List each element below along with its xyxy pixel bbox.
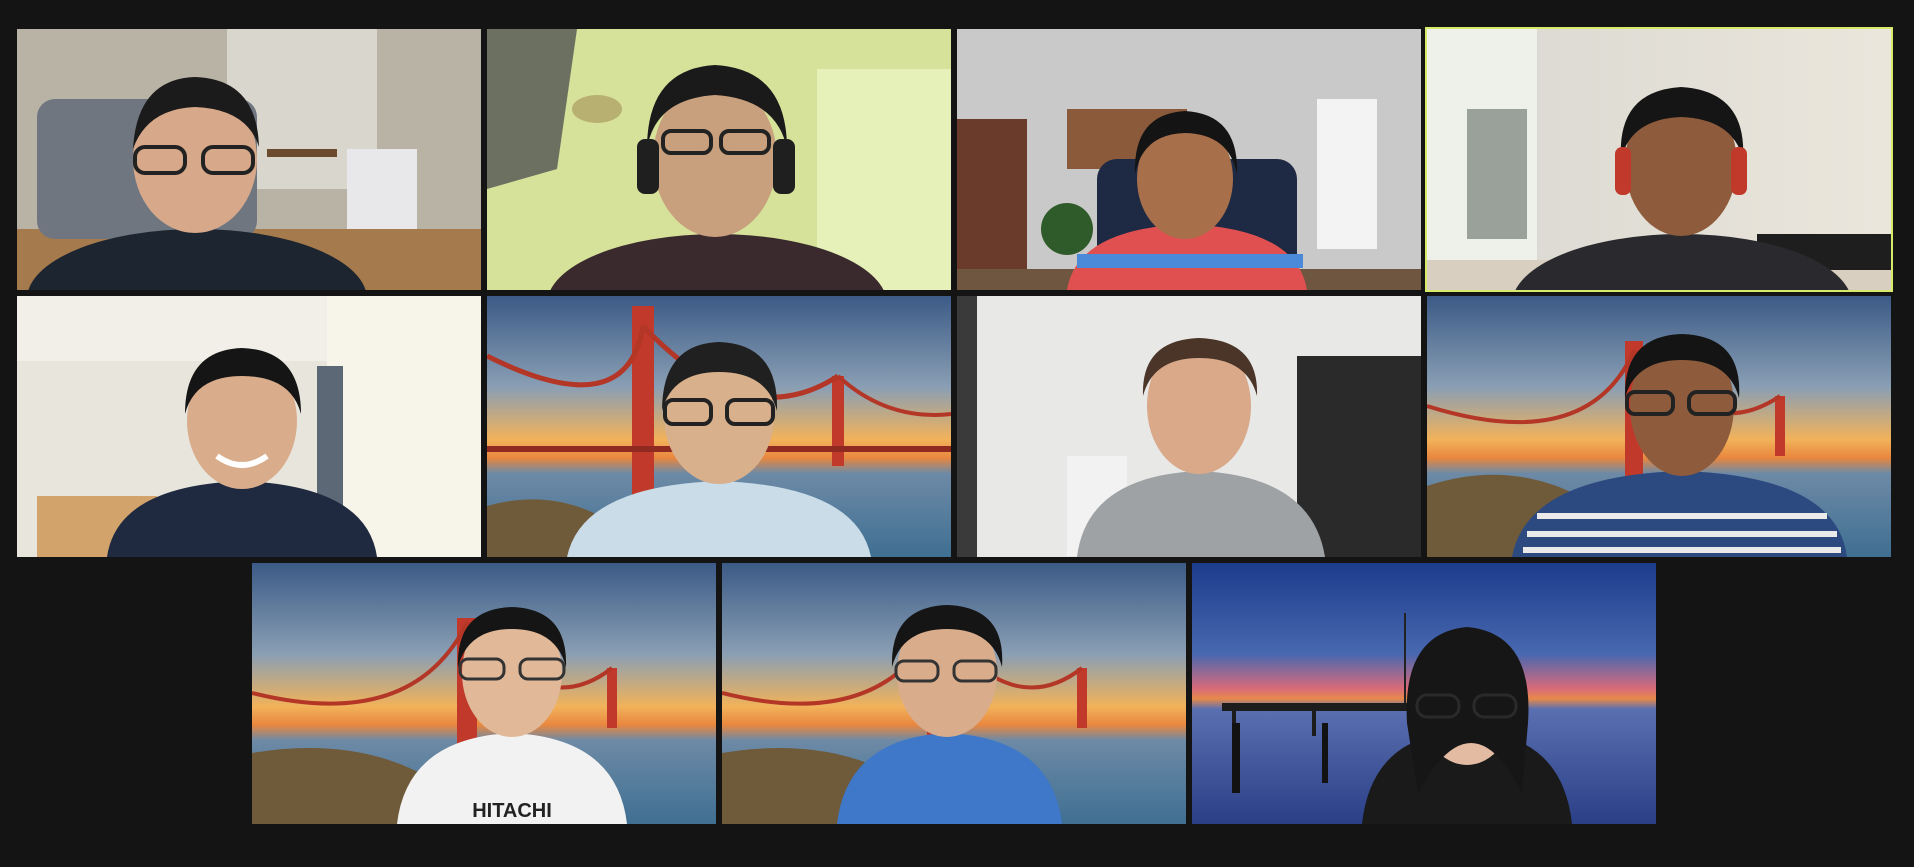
participant-video: HITACHI [397,607,627,824]
participant-tile[interactable] [722,563,1186,824]
participant-video [28,77,366,290]
participant-tile[interactable]: HITACHI [252,563,716,824]
participant-video [1515,87,1849,290]
participant-tile[interactable] [1427,296,1891,557]
participant-video [1077,338,1325,557]
participant-video [1512,334,1847,557]
participant-video [107,348,377,557]
participant-tile[interactable] [1192,563,1656,824]
participant-tile[interactable] [487,29,951,290]
participant-tile[interactable] [957,296,1421,557]
participant-tile-active-speaker[interactable] [1425,27,1893,292]
participant-tile[interactable] [957,29,1421,290]
participant-video [1067,111,1307,290]
participant-tile[interactable] [17,296,481,557]
participant-video [567,342,871,557]
participant-video [837,605,1062,824]
participant-video [550,65,884,290]
shirt-text: HITACHI [472,800,552,822]
participant-tile[interactable] [17,29,481,290]
participant-tile[interactable] [487,296,951,557]
participant-video [1362,627,1572,824]
